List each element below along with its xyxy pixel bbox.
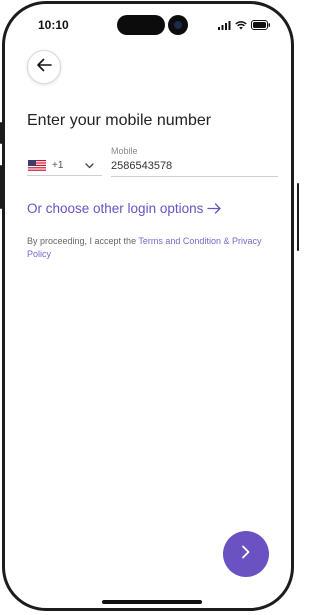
mobile-field-label: Mobile — [111, 146, 138, 156]
other-login-options-link[interactable]: Or choose other login options — [27, 201, 222, 216]
wifi-icon — [235, 17, 247, 35]
arrow-left-icon — [36, 58, 52, 77]
status-bar: 10:10 — [5, 4, 291, 44]
arrow-right-icon — [207, 203, 222, 214]
mobile-field-underline — [111, 176, 278, 177]
status-time: 10:10 — [38, 18, 69, 32]
chevron-down-icon — [85, 156, 94, 174]
status-icons — [218, 17, 271, 35]
front-camera — [168, 15, 188, 35]
page-title: Enter your mobile number — [27, 112, 212, 129]
chevron-right-icon — [241, 545, 251, 564]
other-login-options-label: Or choose other login options — [27, 201, 204, 216]
next-button[interactable] — [223, 531, 269, 577]
cellular-signal-icon — [218, 17, 231, 35]
legal-consent-text: By proceeding, I accept the Terms and Co… — [27, 235, 267, 261]
legal-prefix: By proceeding, I accept the — [27, 236, 139, 246]
us-flag-icon — [28, 159, 46, 172]
country-code-selector[interactable]: +1 — [27, 155, 102, 176]
battery-icon — [251, 17, 271, 35]
mobile-number-input[interactable]: 2586543578 — [111, 160, 172, 172]
dynamic-island — [117, 15, 165, 35]
country-code: +1 — [52, 159, 64, 171]
home-indicator — [102, 600, 202, 604]
back-button[interactable] — [27, 50, 61, 84]
phone-frame: 10:10 Enter your mobile number +1 Mobile… — [2, 1, 294, 611]
power-button — [297, 183, 299, 251]
